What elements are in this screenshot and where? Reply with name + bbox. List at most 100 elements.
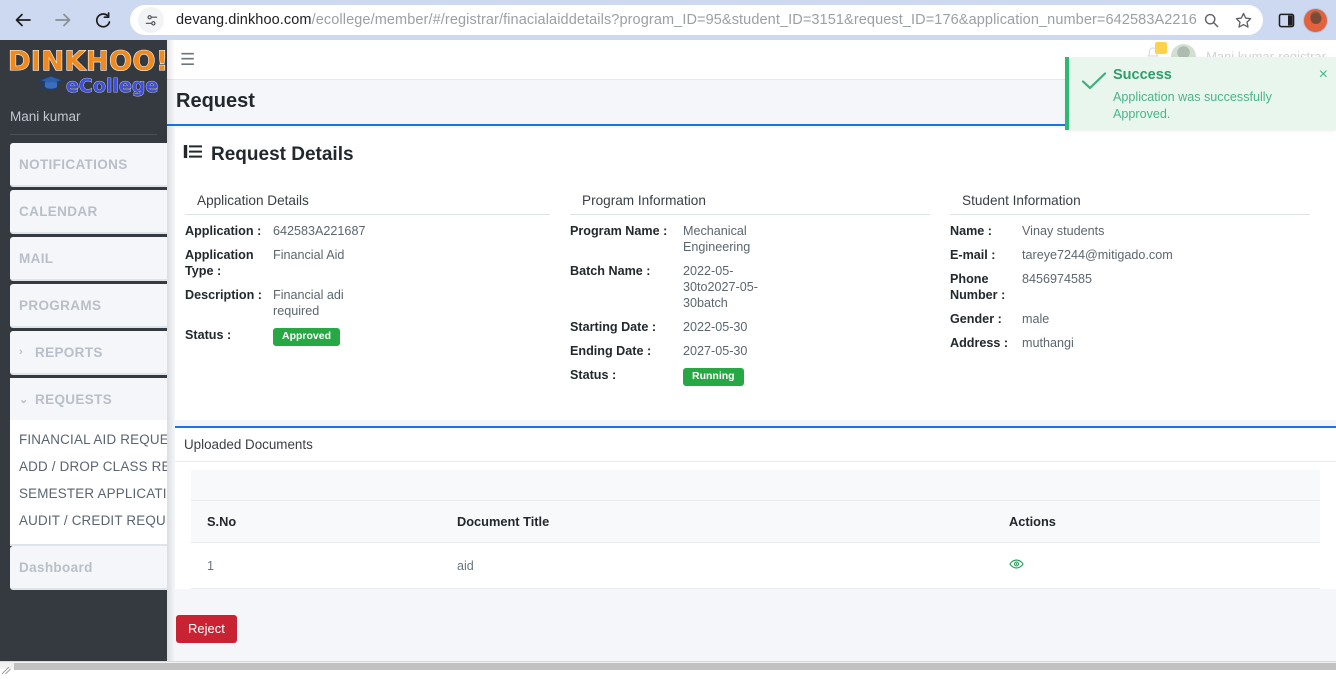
sidebar-subitem-label: SEMESTER APPLICATIONS bbox=[19, 486, 167, 501]
table-toolbar-row bbox=[191, 470, 1320, 501]
detail-row: E-mail :tareye7244@mitigado.com bbox=[950, 239, 1310, 263]
star-icon[interactable] bbox=[1229, 6, 1257, 34]
cell-actions bbox=[993, 543, 1320, 589]
forward-button[interactable] bbox=[46, 3, 80, 37]
detail-row: Description :Financial adi required bbox=[185, 279, 550, 319]
success-toast: Success Application was successfully App… bbox=[1065, 57, 1336, 130]
url-text: devang.dinkhoo.com/ecollege/member/#/reg… bbox=[176, 12, 1197, 28]
detail-value: Financial adi required bbox=[273, 287, 359, 319]
resize-grip-icon[interactable] bbox=[2, 661, 11, 668]
documents-table: S.No Document Title Actions 1 aid bbox=[191, 470, 1320, 589]
check-icon bbox=[1079, 67, 1113, 130]
uploaded-documents-title: Uploaded Documents bbox=[175, 428, 1336, 462]
column-title: Application Details bbox=[185, 193, 550, 215]
site-settings-icon[interactable] bbox=[138, 7, 164, 33]
sidebar-item-requests[interactable]: ⌄ REQUESTS bbox=[10, 378, 167, 420]
column-header-actions[interactable]: Actions bbox=[993, 501, 1320, 543]
sidebar-item-label: CALENDAR bbox=[19, 204, 98, 219]
reject-button[interactable]: Reject bbox=[176, 615, 237, 643]
sidebar: DINKHOO! eCollege Mani kumar NOTIFICATIO… bbox=[0, 40, 167, 661]
detail-key: Phone Number : bbox=[950, 271, 1022, 303]
app-root: DINKHOO! eCollege Mani kumar NOTIFICATIO… bbox=[0, 40, 1336, 661]
status-badge: Approved bbox=[273, 328, 340, 346]
toast-title: Success bbox=[1113, 67, 1324, 83]
detail-key: Application : bbox=[185, 223, 273, 239]
detail-key: Starting Date : bbox=[570, 319, 683, 335]
back-button[interactable] bbox=[6, 3, 40, 37]
detail-value: Mechanical Engineering bbox=[683, 223, 783, 255]
search-icon[interactable] bbox=[1197, 6, 1225, 34]
detail-row-status: Status : Running bbox=[570, 359, 930, 386]
sidebar-item-add-drop-class-request[interactable]: ADD / DROP CLASS REQUEST bbox=[10, 453, 167, 480]
sidebar-subitem-label: FINANCIAL AID REQUESTS bbox=[19, 432, 167, 447]
close-icon[interactable]: × bbox=[1319, 67, 1328, 83]
application-details-column: Application Details Application :642583A… bbox=[175, 193, 560, 386]
column-header-document-title[interactable]: Document Title bbox=[441, 501, 993, 543]
sidebar-subitem-label: ADD / DROP CLASS REQUEST bbox=[19, 459, 167, 474]
profile-avatar[interactable] bbox=[1303, 8, 1328, 33]
url-domain: devang.dinkhoo.com bbox=[176, 12, 312, 28]
detail-key: Address : bbox=[950, 335, 1022, 351]
detail-value: 642583A221687 bbox=[273, 223, 359, 239]
detail-row: Starting Date :2022-05-30 bbox=[570, 311, 930, 335]
sidebar-item-reports[interactable]: › REPORTS bbox=[10, 331, 167, 375]
detail-row: Application :642583A221687 bbox=[185, 215, 550, 239]
status-badge: Running bbox=[683, 368, 744, 386]
detail-row-status: Status : Approved bbox=[185, 319, 550, 346]
detail-key: Description : bbox=[185, 287, 273, 319]
detail-key: Program Name : bbox=[570, 223, 683, 255]
sidebar-item-semester-applications[interactable]: SEMESTER APPLICATIONS bbox=[10, 480, 167, 507]
sidebar-item-notifications[interactable]: NOTIFICATIONS bbox=[10, 143, 167, 187]
sidebar-subitem-label: AUDIT / CREDIT REQUEST bbox=[19, 513, 167, 528]
sidebar-user-name: Mani kumar bbox=[0, 97, 167, 134]
chevron-right-icon: › bbox=[19, 346, 35, 358]
detail-row: Application Type :Financial Aid bbox=[185, 239, 550, 279]
page-title: Request bbox=[176, 90, 255, 113]
sidebar-item-calendar[interactable]: CALENDAR bbox=[10, 190, 167, 234]
sidebar-item-financial-aid-requests[interactable]: FINANCIAL AID REQUESTS bbox=[10, 426, 167, 453]
table-row: 1 aid bbox=[191, 543, 1320, 589]
detail-row: Phone Number :8456974585 bbox=[950, 263, 1310, 303]
detail-value: 2022-05-30to2027-05-30batch bbox=[683, 263, 783, 311]
side-panel-icon[interactable] bbox=[1271, 5, 1301, 35]
detail-value: 8456974585 bbox=[1022, 271, 1134, 303]
main-content: Request Details Application Details Appl… bbox=[167, 128, 1336, 661]
details-heading-text: Request Details bbox=[211, 144, 354, 166]
cell-document-title: aid bbox=[441, 543, 993, 589]
column-header-sno[interactable]: S.No bbox=[191, 501, 441, 543]
reload-button[interactable] bbox=[86, 3, 120, 37]
graduation-cap-icon bbox=[38, 74, 64, 97]
detail-key: Application Type : bbox=[185, 247, 273, 279]
sidebar-menu: NOTIFICATIONS CALENDAR MAIL PROGRAMS › R… bbox=[0, 135, 167, 590]
sidebar-item-mail[interactable]: MAIL bbox=[10, 237, 167, 281]
detail-row: Ending Date :2027-05-30 bbox=[570, 335, 930, 359]
notification-badge bbox=[1155, 42, 1167, 54]
student-information-column: Student Information Name :Vinay students… bbox=[940, 193, 1320, 386]
forward-arrow-icon bbox=[53, 10, 73, 30]
sidebar-item-dashboard[interactable]: Dashboard bbox=[10, 546, 167, 590]
detail-key: Status : bbox=[185, 327, 273, 346]
brand-name: DINKHOO! bbox=[8, 48, 161, 76]
reload-icon bbox=[93, 10, 113, 30]
detail-row: Gender :male bbox=[950, 303, 1310, 327]
eye-icon[interactable] bbox=[1009, 559, 1024, 573]
sidebar-item-programs[interactable]: PROGRAMS bbox=[10, 284, 167, 328]
detail-row: Name :Vinay students bbox=[950, 215, 1310, 239]
detail-key: Name : bbox=[950, 223, 1022, 239]
detail-value: tareye7244@mitigado.com bbox=[1022, 247, 1134, 263]
sidebar-item-label: PROGRAMS bbox=[19, 298, 101, 313]
sidebar-item-audit-credit-request[interactable]: AUDIT / CREDIT REQUEST bbox=[10, 507, 167, 534]
detail-value: Vinay students bbox=[1022, 223, 1134, 239]
detail-row: Program Name :Mechanical Engineering bbox=[570, 215, 930, 255]
browser-toolbar: devang.dinkhoo.com/ecollege/member/#/reg… bbox=[0, 0, 1336, 40]
detail-key: E-mail : bbox=[950, 247, 1022, 263]
detail-value: Financial Aid bbox=[273, 247, 359, 279]
program-information-column: Program Information Program Name :Mechan… bbox=[560, 193, 940, 386]
brand-sub: eCollege bbox=[66, 75, 158, 97]
url-path: /ecollege/member/#/registrar/finacialaid… bbox=[312, 12, 1197, 28]
address-bar[interactable]: devang.dinkhoo.com/ecollege/member/#/reg… bbox=[130, 5, 1263, 35]
hamburger-icon[interactable]: ☰ bbox=[180, 51, 195, 68]
uploaded-documents-card: Uploaded Documents S.No Document Title A… bbox=[175, 426, 1336, 589]
brand-logo[interactable]: DINKHOO! eCollege bbox=[0, 40, 167, 97]
horizontal-scrollbar[interactable] bbox=[0, 661, 1336, 669]
